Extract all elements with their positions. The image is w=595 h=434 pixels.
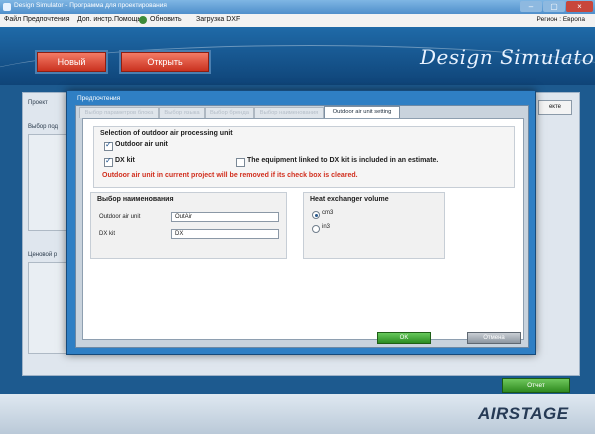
removal-warning: Outdoor air unit in current project will… — [102, 172, 358, 179]
dialog-title: Предпочтения — [77, 95, 121, 102]
tab-brand[interactable]: Выбор бренда — [205, 107, 254, 118]
outdoor-unit-selection-group: Selection of outdoor air processing unit… — [93, 126, 515, 188]
maximize-button[interactable]: ▢ — [543, 1, 565, 12]
open-button[interactable]: Открыть — [121, 52, 209, 72]
dialog-body: Выбор параметров блока Выбор языка Выбор… — [75, 105, 529, 348]
tab-unit-parameters[interactable]: Выбор параметров блока — [79, 107, 159, 118]
title-bar: Design Simulator - Программа для проекти… — [0, 0, 595, 14]
tab-outdoor-air-unit-setting[interactable]: Outdoor air unit setting — [324, 106, 400, 118]
dx-kit-label: DX kit — [115, 157, 135, 164]
design-simulator-logo: Design Simulator — [420, 45, 595, 69]
heat-exchanger-group: Heat exchanger volume cm3 in3 — [303, 192, 445, 259]
cancel-button[interactable]: Отмена — [467, 332, 521, 344]
header-banner: Новый Открыть Design Simulator — [0, 27, 595, 85]
dx-kit-name-label: DX kit — [99, 231, 116, 237]
selection-title: Selection of outdoor air processing unit — [100, 130, 233, 137]
side-panel-price — [28, 262, 70, 354]
outdoor-air-unit-name-field[interactable] — [171, 212, 279, 222]
naming-group: Выбор наименования Outdoor air unit DX k… — [90, 192, 287, 259]
menu-tools[interactable]: Доп. инстр. — [77, 16, 114, 23]
side-tab-selection[interactable]: Выбор под — [28, 124, 58, 130]
in3-radio[interactable] — [312, 225, 320, 233]
right-tab[interactable]: екте — [538, 100, 572, 115]
tab-naming[interactable]: Выбор наименования — [254, 107, 324, 118]
dx-kit-checkbox[interactable] — [104, 156, 113, 167]
report-button[interactable]: Отчет — [502, 378, 570, 393]
estimate-label: The equipment linked to DX kit is includ… — [247, 157, 439, 164]
outdoor-air-unit-checkbox[interactable] — [104, 140, 113, 151]
in3-label: in3 — [322, 224, 331, 230]
settings-panel: Selection of outdoor air processing unit… — [82, 118, 524, 340]
menu-file[interactable]: Файл — [4, 16, 21, 23]
menu-load-dxf[interactable]: Загрузка DXF — [196, 16, 240, 23]
outdoor-air-unit-label: Outdoor air unit — [115, 141, 168, 148]
cm3-radio[interactable] — [312, 211, 320, 219]
app-icon — [3, 3, 11, 11]
preferences-dialog: Предпочтения Выбор параметров блока Выбо… — [66, 90, 536, 355]
menu-help[interactable]: Помощь — [114, 16, 141, 23]
tab-language[interactable]: Выбор языка — [159, 107, 205, 118]
side-tab-price[interactable]: Ценовой р — [28, 252, 57, 258]
region-label: Регион : Европа — [536, 16, 585, 23]
close-button[interactable]: × — [566, 1, 593, 12]
menu-preferences[interactable]: Предпочтения — [23, 16, 70, 23]
heat-exchanger-title: Heat exchanger volume — [310, 196, 389, 203]
menu-bar: Файл Предпочтения Доп. инстр. Помощь Обн… — [0, 14, 595, 28]
main-window: Design Simulator - Программа для проекти… — [0, 0, 595, 434]
outdoor-air-unit-name-label: Outdoor air unit — [99, 214, 141, 220]
minimize-button[interactable]: – — [520, 1, 542, 12]
tab-strip: Выбор параметров блока Выбор языка Выбор… — [76, 106, 528, 118]
new-button[interactable]: Новый — [37, 52, 106, 72]
naming-title: Выбор наименования — [97, 196, 174, 203]
refresh-icon[interactable] — [139, 16, 147, 24]
side-tab-project[interactable]: Проект — [28, 100, 48, 106]
dx-kit-name-field[interactable] — [171, 229, 279, 239]
menu-refresh[interactable]: Обновить — [150, 16, 182, 23]
ok-button[interactable]: OK — [377, 332, 431, 344]
cm3-label: cm3 — [322, 210, 334, 216]
window-title: Design Simulator - Программа для проекти… — [14, 2, 167, 9]
estimate-checkbox[interactable] — [236, 158, 245, 167]
airstage-logo: AIRSTAGE — [478, 404, 569, 423]
side-panel-selection — [28, 134, 70, 231]
